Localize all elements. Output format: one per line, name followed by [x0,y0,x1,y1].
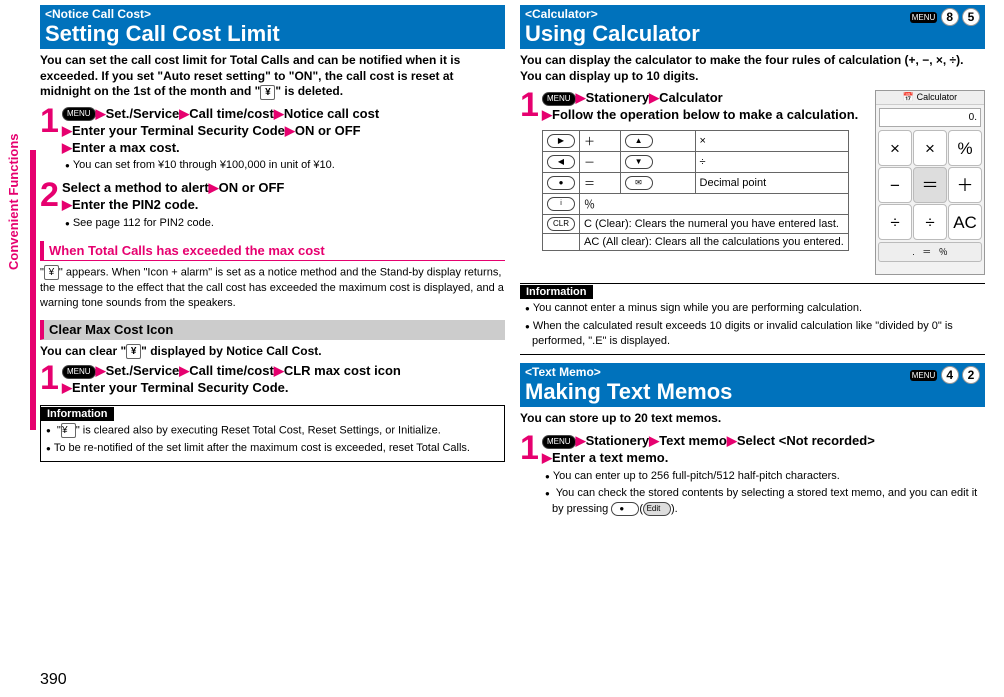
nav-up-key-icon: ▲ [625,134,653,148]
step-1-note: You can set from ¥10 through ¥100,000 in… [62,158,505,173]
step-1: 1 MENU▶Set./Service▶Call time/cost▶Notic… [40,106,505,176]
clr-key-icon: CLR [547,217,575,231]
calc-info-2: When the calculated result exceeds 10 di… [520,319,985,350]
info-label: Information [41,407,114,421]
step-1-title: MENU▶Set./Service▶Call time/cost▶Notice … [62,106,505,157]
menu-key-icon: MENU [542,435,576,449]
calc-key: ＋ [948,167,982,203]
calc-key-table: ▶ ＋ ▲ × ◀ － ▼ ÷ ● ＝ ✉ De [542,130,849,251]
gray-subheading-clear: Clear Max Cost Icon [40,320,505,340]
calc-key: × [878,130,912,166]
memo-step-1: 1 MENU▶Stationery▶Text memo▶Select <Not … [520,433,985,519]
center-key-icon: ● [547,176,575,190]
i-key-icon: i [547,197,575,211]
calc-step-title: MENU▶Stationery▶Calculator ▶Follow the o… [542,90,870,124]
calc-intro: You can display the calculator to make t… [520,53,985,84]
side-accent-bar [30,150,36,430]
header-shortcut: MENU 8 5 [910,8,980,26]
info-bullet-2: To be re-notified of the set limit after… [41,441,504,456]
center-key-icon: ● [611,502,639,516]
info-bullet-1: "¥" is cleared also by executing Reset T… [41,423,504,439]
calculator-screenshot: 📅 Calculator 0. × × % − ＝ ＋ ÷ ÷ AC . ＝ ％ [875,90,985,275]
yen-icon: ¥ [61,423,76,438]
info-box-left: Information "¥" is cleared also by execu… [40,405,505,462]
header-title: Setting Call Cost Limit [45,21,500,47]
calc-softkey-bar: . ＝ ％ [878,242,982,262]
shortcut-digit: 5 [962,8,980,26]
calc-screen-display: 0. [879,108,981,127]
menu-key-icon: MENU [910,12,938,23]
step-number: 1 [520,90,542,251]
nav-down-key-icon: ▼ [625,155,653,169]
shortcut-digit: 8 [941,8,959,26]
shortcut-digit: 2 [962,366,980,384]
calc-key: ÷ [878,204,912,240]
info-label: Information [520,285,593,299]
edit-softkey: Edit [643,502,671,516]
step-number: 1 [40,363,62,397]
side-tab-label: Convenient Functions [6,134,21,271]
menu-key-icon: MENU [62,365,96,379]
pink-subheading-exceeded: When Total Calls has exceeded the max co… [40,241,505,261]
shortcut-digit: 4 [941,366,959,384]
step-2-title: Select a method to alert▶ON or OFF ▶Ente… [62,180,505,214]
right-column: <Calculator> Using Calculator MENU 8 5 Y… [520,5,985,692]
mail-key-icon: ✉ [625,176,653,190]
yen-icon: ¥ [44,265,59,280]
notice-call-cost-header: <Notice Call Cost> Setting Call Cost Lim… [40,5,505,49]
calc-info-box: Information You cannot enter a minus sig… [520,283,985,355]
step-2-note: See page 112 for PIN2 code. [62,216,505,231]
memo-intro: You can store up to 20 text memos. [520,411,985,427]
step-clear-1: 1 MENU▶Set./Service▶Call time/cost▶CLR m… [40,363,505,397]
notice-intro: You can set the call cost limit for Tota… [40,53,505,100]
calc-screen-title: 📅 Calculator [876,91,984,105]
header-shortcut: MENU 4 2 [910,366,980,384]
header-tag: <Notice Call Cost> [45,7,500,21]
memo-bullet-1: You can enter up to 256 full-pitch/512 h… [542,469,985,484]
nav-left-key-icon: ◀ [547,155,575,169]
step-number: 2 [40,180,62,233]
calc-key: AC [948,204,982,240]
step-2: 2 Select a method to alert▶ON or OFF ▶En… [40,180,505,233]
left-column: <Notice Call Cost> Setting Call Cost Lim… [40,5,505,692]
menu-key-icon: MENU [542,92,576,106]
calc-key: ÷ [913,204,947,240]
nav-right-key-icon: ▶ [547,134,575,148]
exceeded-body: "¥" appears. When "Icon + alarm" is set … [40,265,505,312]
clear-step-title: MENU▶Set./Service▶Call time/cost▶CLR max… [62,363,505,397]
calc-info-1: You cannot enter a minus sign while you … [520,301,985,316]
calc-key: × [913,130,947,166]
text-memo-header: <Text Memo> Making Text Memos MENU 4 2 [520,363,985,407]
memo-step-title: MENU▶Stationery▶Text memo▶Select <Not re… [542,433,985,467]
menu-key-icon: MENU [62,107,96,121]
calc-step-1: 1 MENU▶Stationery▶Calculator ▶Follow the… [520,90,870,251]
clear-intro: You can clear "¥" displayed by Notice Ca… [40,344,505,360]
calc-key: % [948,130,982,166]
yen-icon: ¥ [126,344,141,359]
calc-key-equals: ＝ [913,167,947,203]
menu-key-icon: MENU [910,370,938,381]
step-number: 1 [520,433,542,519]
step-number: 1 [40,106,62,176]
page-number: 390 [40,671,67,689]
calc-key: − [878,167,912,203]
memo-bullet-2: You can check the stored contents by sel… [542,486,985,517]
yen-icon: ¥ [260,85,275,100]
calculator-header: <Calculator> Using Calculator MENU 8 5 [520,5,985,49]
